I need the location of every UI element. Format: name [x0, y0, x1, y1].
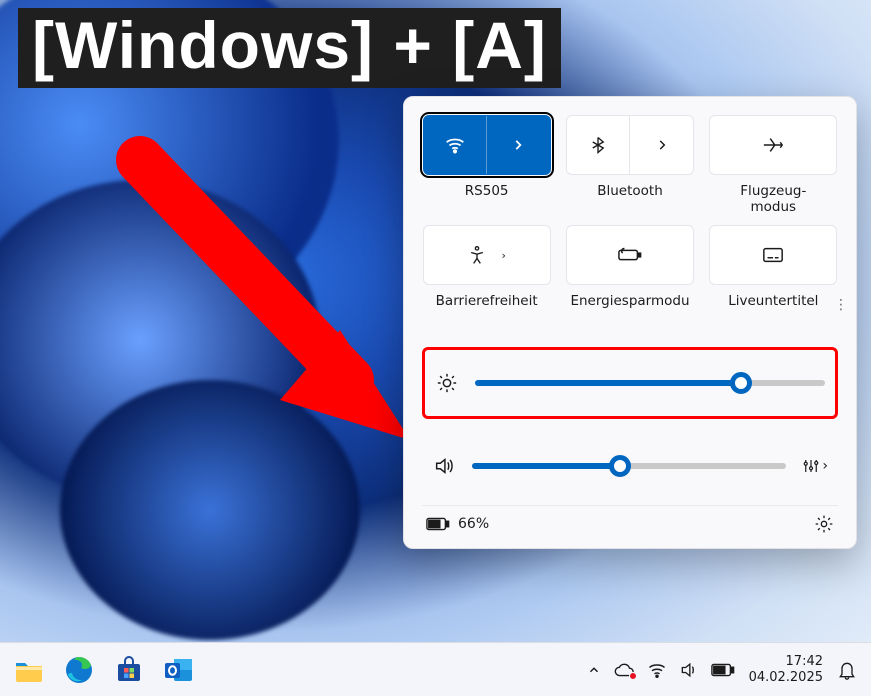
speaker-icon [679, 661, 699, 679]
live-captions-tile: Liveuntertitel [709, 225, 838, 325]
quick-settings-footer: 66% [422, 505, 838, 536]
microsoft-store-button[interactable] [106, 647, 152, 693]
quick-settings-tiles: RS505 Bluetooth F [422, 115, 838, 325]
clock-button[interactable]: 17:42 04.02.2025 [749, 654, 823, 685]
clock-time: 17:42 [749, 654, 823, 670]
volume-slider[interactable] [472, 463, 786, 469]
chevron-right-icon [655, 138, 669, 152]
airplane-mode-label: Flugzeug- modus [740, 183, 806, 215]
audio-output-button[interactable]: › [802, 458, 828, 474]
bluetooth-expand-button[interactable] [630, 116, 693, 174]
battery-saver-label: Energiesparmodu [570, 293, 689, 325]
wifi-expand-button[interactable] [487, 116, 550, 174]
brightness-slider[interactable] [475, 380, 825, 386]
bluetooth-tile: Bluetooth [565, 115, 694, 215]
file-explorer-button[interactable] [6, 647, 52, 693]
wifi-icon-button[interactable] [424, 116, 488, 174]
file-explorer-icon [14, 657, 44, 683]
settings-button[interactable] [814, 514, 834, 534]
accessibility-button[interactable]: › [423, 225, 551, 285]
volume-slider-row: › [422, 441, 838, 491]
accessibility-label: Barrierefreiheit [436, 293, 538, 325]
bluetooth-icon [589, 134, 607, 156]
accessibility-icon [467, 245, 487, 265]
battery-saver-tile: Energiesparmodu [565, 225, 694, 325]
taskbar-system-tray: 17:42 04.02.2025 [587, 654, 857, 685]
battery-saver-button[interactable] [566, 225, 694, 285]
tray-overflow-button[interactable] [587, 663, 601, 677]
volume-slider-thumb[interactable] [609, 455, 631, 477]
wifi-icon [647, 661, 667, 679]
wifi-toggle-button[interactable] [423, 115, 551, 175]
edit-quick-settings-button[interactable]: ⋮ [834, 297, 850, 313]
taskbar: 17:42 04.02.2025 [0, 642, 871, 696]
brightness-slider-row [422, 347, 838, 419]
edge-button[interactable] [56, 647, 102, 693]
airplane-mode-button[interactable] [709, 115, 837, 175]
outlook-icon [164, 656, 194, 684]
battery-tray-button[interactable] [711, 663, 735, 677]
edge-icon [64, 655, 94, 685]
wifi-tile: RS505 [422, 115, 551, 215]
battery-status-button[interactable]: 66% [426, 516, 489, 532]
bluetooth-label: Bluetooth [597, 183, 663, 215]
network-tray-button[interactable] [647, 661, 667, 679]
taskbar-pinned-apps [6, 647, 202, 693]
store-icon [115, 656, 143, 684]
captions-icon [762, 246, 784, 264]
airplane-icon [762, 134, 784, 156]
live-captions-label: Liveuntertitel [728, 293, 818, 325]
battery-icon [426, 517, 450, 531]
mixer-icon [802, 458, 820, 474]
live-captions-button[interactable] [709, 225, 837, 285]
battery-icon [711, 663, 735, 677]
wifi-icon [444, 134, 466, 156]
brightness-icon [435, 372, 459, 394]
keyboard-shortcut-overlay: [Windows] + [A] [18, 8, 561, 88]
battery-saver-icon [618, 245, 642, 265]
wifi-label: RS505 [465, 183, 509, 215]
sync-error-badge [629, 672, 637, 680]
airplane-mode-tile: Flugzeug- modus [709, 115, 838, 215]
gear-icon [814, 514, 834, 534]
bluetooth-toggle-button[interactable] [566, 115, 694, 175]
onedrive-tray-button[interactable] [613, 662, 635, 678]
accessibility-tile: › Barrierefreiheit [422, 225, 551, 325]
volume-icon [432, 455, 456, 477]
quick-settings-panel: RS505 Bluetooth F [403, 96, 857, 549]
battery-percent: 66% [458, 516, 489, 532]
chevron-up-icon [587, 663, 601, 677]
chevron-right-icon: › [822, 458, 828, 474]
outlook-button[interactable] [156, 647, 202, 693]
chevron-right-icon: › [501, 249, 505, 262]
bell-icon [837, 659, 857, 681]
chevron-right-icon [511, 138, 525, 152]
brightness-slider-thumb[interactable] [730, 372, 752, 394]
notifications-button[interactable] [837, 659, 857, 681]
clock-date: 04.02.2025 [749, 670, 823, 686]
bluetooth-icon-button[interactable] [567, 116, 631, 174]
volume-tray-button[interactable] [679, 661, 699, 679]
